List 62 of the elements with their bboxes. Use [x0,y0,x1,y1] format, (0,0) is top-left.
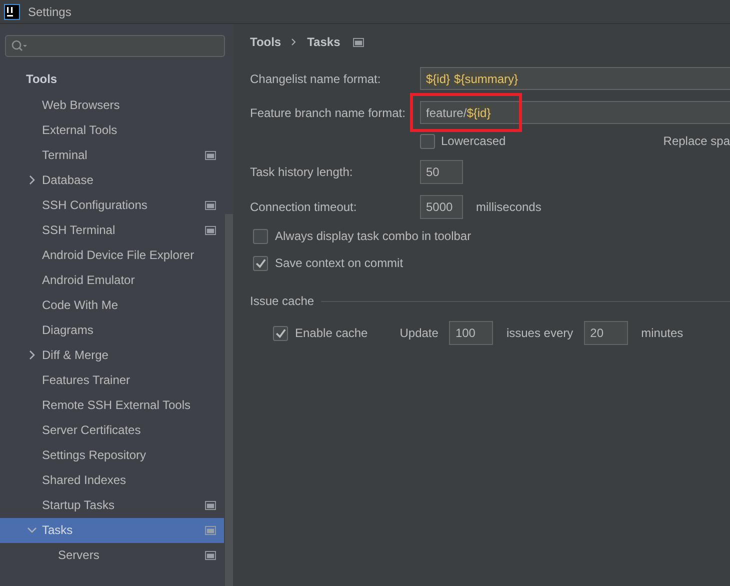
tree-item[interactable]: Remote SSH External Tools [0,393,224,418]
input-field[interactable]: 50 [420,160,463,184]
tree-item[interactable]: Server Certificates [0,418,224,443]
field-label: Connection timeout: [250,200,358,214]
tree-item[interactable]: Android Emulator [0,268,224,293]
checkbox[interactable] [253,228,268,244]
chevron-right-icon [291,38,298,46]
unit-label: milliseconds [476,200,542,214]
search-icon [11,40,27,52]
tree-item[interactable]: Settings Repository [0,443,224,468]
chevron-down-icon[interactable] [27,525,37,535]
tree-item[interactable]: Code With Me [0,293,224,318]
checkbox[interactable] [253,256,268,270]
input-field[interactable]: feature/${id} [420,101,730,124]
section-header: Tools [25,71,58,88]
input-field[interactable]: 100 [449,321,494,345]
group-title: Issue cache [250,294,314,308]
input-field[interactable]: 20 [584,321,628,345]
tree-item[interactable]: SSH Configurations [0,193,224,218]
checkbox[interactable] [420,134,435,148]
field-label: Task history length: [250,165,354,179]
search-field[interactable] [5,35,225,57]
tree-item[interactable]: Tasks [0,518,224,543]
tree-item[interactable]: Startup Tasks [0,493,224,518]
chevron-right-icon[interactable] [27,350,37,360]
project-icon [205,526,216,535]
project-icon [205,551,216,560]
project-icon [205,501,216,510]
field-label: Changelist name format: [250,72,382,86]
tree-item[interactable]: Diff & Merge [0,343,224,368]
app-logo-icon [4,4,20,20]
field-label: Update [400,326,438,340]
tree-item[interactable]: Features Trainer [0,368,224,393]
chevron-right-icon[interactable] [27,175,37,185]
checkbox-label[interactable]: Replace spa [663,134,730,148]
field-label: issues every [506,326,574,340]
project-icon [205,201,216,210]
checkbox[interactable] [273,326,288,340]
tree-item[interactable]: Servers [0,543,224,568]
input-field[interactable]: 5000 [420,195,463,219]
window-title: Settings [28,4,72,18]
tree-item[interactable]: Web Browsers [0,93,224,118]
project-icon [353,38,364,46]
tree-item[interactable]: Terminal [0,143,224,168]
tree-item[interactable]: Diagrams [0,318,224,343]
project-icon [205,226,216,235]
input-field[interactable]: ${id} ${summary} [420,67,730,90]
project-icon [205,151,216,160]
unit-label: minutes [641,326,684,340]
field-label: Feature branch name format: [250,106,406,120]
scrollbar[interactable] [225,214,233,586]
checkbox-label[interactable]: Lowercased [441,134,506,148]
tree-item[interactable]: SSH Terminal [0,218,224,243]
checkbox-label[interactable]: Enable cache [295,326,368,340]
breadcrumb-item[interactable]: Tools [250,35,282,49]
tree-item[interactable]: External Tools [0,118,224,143]
breadcrumb-item[interactable]: Tasks [307,35,340,49]
checkbox-label[interactable]: Always display task combo in toolbar [275,229,472,243]
tree-item[interactable]: Database [0,168,224,193]
tree-item[interactable]: Android Device File Explorer [0,243,224,268]
tree-item[interactable]: Shared Indexes [0,468,224,493]
checkbox-label[interactable]: Save context on commit [275,256,404,270]
